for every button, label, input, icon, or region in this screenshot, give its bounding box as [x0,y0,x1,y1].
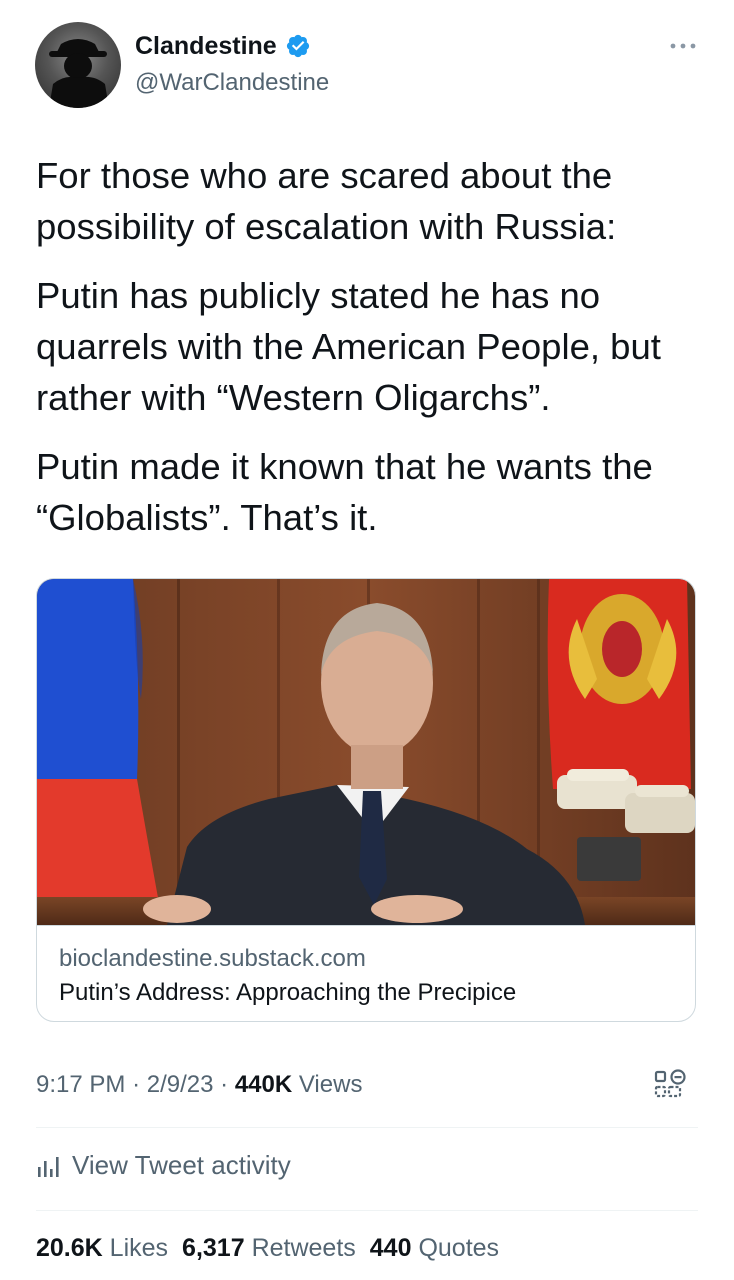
tweet-paragraph: For those who are scared about the possi… [36,155,617,247]
verified-badge-icon [285,33,311,59]
likes-count: 20.6K [36,1234,103,1262]
retweets-count: 6,317 [182,1234,245,1262]
quotes-count: 440 [369,1234,412,1262]
view-tweet-activity-label: View Tweet activity [72,1150,291,1180]
tweet-stats: 20.6K Likes 6,317 Retweets 440 Quotes [36,1231,499,1265]
bar-chart-icon [36,1153,62,1177]
author-name-row: Clandestine [135,30,311,62]
likes-label: Likes [109,1234,169,1262]
author-handle[interactable]: @WarClandestine [135,68,329,98]
tweet-time[interactable]: 9:17 PM [36,1071,125,1098]
divider [36,1210,698,1211]
tweet-paragraph: Putin has publicly stated he has no quar… [36,275,661,418]
link-card-footer[interactable]: bioclandestine.substack.com Putin’s Addr… [37,925,695,1021]
link-card-title[interactable]: Putin’s Address: Approaching the Precipi… [59,978,516,1008]
meta-separator: · [132,1071,141,1098]
more-options-icon[interactable] [668,38,698,54]
link-card[interactable]: bioclandestine.substack.com Putin’s Addr… [36,578,696,1022]
quotes-stat[interactable]: 440 Quotes [370,1234,499,1262]
spy-silhouette-icon [49,39,109,108]
likes-stat[interactable]: 20.6K Likes [36,1234,168,1262]
tweet-date[interactable]: 2/9/23 [147,1071,214,1098]
tweet-paragraph: Putin made it known that he wants the “G… [36,446,653,538]
views-count: 440K [234,1071,293,1098]
quotes-label: Quotes [418,1234,500,1262]
tweet-text: For those who are scared about the possi… [36,150,706,561]
retweets-label: Retweets [251,1234,356,1262]
tweet-header: Clandestine @WarClandestine [0,0,734,120]
display-name[interactable]: Clandestine [135,30,277,62]
views-label: Views [298,1071,363,1098]
divider [36,1127,698,1128]
qr-code-icon[interactable] [654,1068,688,1102]
view-tweet-activity-button[interactable]: View Tweet activity [36,1148,291,1182]
tweet-meta: 9:17 PM · 2/9/23 · 440K Views [36,1068,362,1102]
avatar[interactable] [35,22,121,108]
meta-separator: · [220,1071,229,1098]
retweets-stat[interactable]: 6,317 Retweets [182,1234,356,1262]
link-card-domain[interactable]: bioclandestine.substack.com [59,944,366,974]
link-card-image[interactable] [37,579,695,925]
